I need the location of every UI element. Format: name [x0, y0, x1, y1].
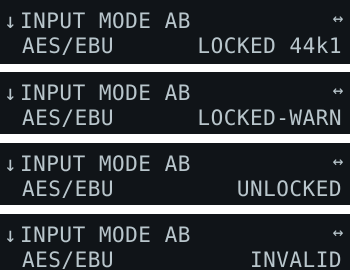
- lcd-display-2: ↓ INPUT MODE AB ↔ AES/EBU LOCKED-WARN: [0, 72, 350, 134]
- lcd-line-1: ↓ INPUT MODE AB ↔: [0, 151, 350, 177]
- lcd-display-4: ↓ INPUT MODE AB ↔ AES/EBU INVALID: [0, 214, 350, 270]
- lcd-line-1: ↓ INPUT MODE AB ↔: [0, 222, 350, 248]
- lock-status: LOCKED-WARN: [197, 106, 342, 130]
- left-right-arrow-icon: ↔: [332, 222, 344, 243]
- lcd-line-1: ↓ INPUT MODE AB ↔: [0, 80, 350, 106]
- lock-status: UNLOCKED: [236, 177, 342, 201]
- lcd-line-2: AES/EBU INVALID: [0, 247, 350, 270]
- input-source: AES/EBU: [22, 177, 115, 201]
- input-source: AES/EBU: [22, 248, 115, 270]
- input-mode-title: INPUT MODE AB: [20, 81, 191, 105]
- lock-status: INVALID: [249, 248, 342, 270]
- left-right-arrow-icon: ↔: [332, 8, 344, 29]
- input-mode-title: INPUT MODE AB: [20, 152, 191, 176]
- lcd-line-1: ↓ INPUT MODE AB ↔: [0, 8, 350, 34]
- lcd-display-3: ↓ INPUT MODE AB ↔ AES/EBU UNLOCKED: [0, 143, 350, 205]
- down-arrow-icon: ↓: [4, 223, 18, 247]
- lcd-line-2: AES/EBU LOCKED-WARN: [0, 105, 350, 131]
- down-arrow-icon: ↓: [4, 9, 18, 33]
- input-source: AES/EBU: [22, 106, 115, 130]
- down-arrow-icon: ↓: [4, 152, 18, 176]
- lcd-display-1: ↓ INPUT MODE AB ↔ AES/EBU LOCKED 44k1: [0, 0, 350, 64]
- left-right-arrow-icon: ↔: [332, 80, 344, 101]
- left-right-arrow-icon: ↔: [332, 151, 344, 172]
- input-mode-title: INPUT MODE AB: [20, 223, 191, 247]
- down-arrow-icon: ↓: [4, 81, 18, 105]
- input-source: AES/EBU: [22, 34, 115, 58]
- lock-status: LOCKED 44k1: [197, 34, 342, 58]
- input-mode-title: INPUT MODE AB: [20, 9, 191, 33]
- lcd-line-2: AES/EBU UNLOCKED: [0, 176, 350, 202]
- lcd-line-2: AES/EBU LOCKED 44k1: [0, 33, 350, 59]
